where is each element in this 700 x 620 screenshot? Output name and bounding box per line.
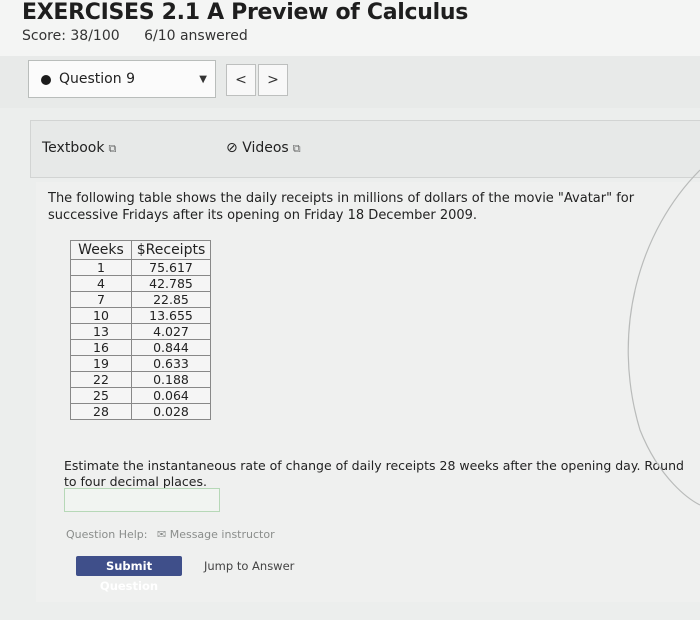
cell-weeks: 7 — [70, 291, 132, 308]
cell-receipts: 42.785 — [131, 275, 211, 292]
table-row: 1 75.617 — [70, 259, 211, 276]
problem-intro: The following table shows the daily rece… — [48, 191, 635, 223]
resources-bar — [30, 120, 700, 178]
external-link-icon: ⧉ — [292, 142, 301, 155]
cell-receipts: 13.655 — [131, 307, 211, 324]
textbook-link[interactable]: Textbook ⧉ — [42, 140, 116, 156]
page-header: EXERCISES 2.1 A Preview of Calculus Scor… — [0, 0, 700, 58]
cell-weeks: 13 — [70, 323, 132, 340]
score-line: Score: 38/100 6/10 answered — [22, 28, 268, 44]
table-row: 13 4.027 — [70, 323, 211, 340]
video-icon: ⊘ — [226, 140, 238, 156]
next-question-button[interactable]: > — [258, 64, 288, 96]
jump-to-answer-link[interactable]: Jump to Answer — [204, 559, 294, 573]
cell-receipts: 0.633 — [131, 355, 211, 372]
submit-question-button[interactable]: Submit Question — [76, 556, 182, 593]
answer-input[interactable] — [64, 488, 220, 512]
cell-weeks: 28 — [70, 403, 132, 420]
external-link-icon: ⧉ — [108, 142, 117, 155]
table-row: 4 42.785 — [70, 275, 211, 292]
chevron-down-icon: ▼ — [199, 74, 207, 85]
question-text: Estimate the instantaneous rate of chang… — [64, 458, 684, 489]
cell-weeks: 16 — [70, 339, 132, 356]
table-row: 16 0.844 — [70, 339, 211, 356]
cell-weeks: 22 — [70, 371, 132, 388]
message-instructor-label: Message instructor — [169, 528, 275, 541]
cell-receipts: 4.027 — [131, 323, 211, 340]
videos-link[interactable]: ⊘ Videos ⧉ — [226, 140, 301, 156]
message-instructor-link[interactable]: ✉ Message instructor — [157, 528, 275, 541]
cell-weeks: 19 — [70, 355, 132, 372]
mail-icon: ✉ — [156, 528, 167, 541]
cell-receipts: 22.85 — [131, 291, 211, 308]
table-row: 25 0.064 — [70, 387, 211, 404]
page-title: EXERCISES 2.1 A Preview of Calculus — [22, 0, 469, 25]
question-help-label: Question Help: — [66, 528, 148, 541]
question-help: Question Help: ✉ Message instructor — [66, 528, 275, 541]
textbook-label: Textbook — [42, 140, 105, 156]
previous-question-button[interactable]: < — [226, 64, 256, 96]
cell-receipts: 0.844 — [131, 339, 211, 356]
cell-weeks: 10 — [70, 307, 132, 324]
table-header-weeks: Weeks — [70, 240, 132, 260]
table-header-receipts: $Receipts — [131, 240, 211, 260]
videos-label: Videos — [242, 140, 289, 156]
question-select-label: Question 9 — [59, 71, 135, 87]
receipts-table: Weeks $Receipts 1 75.617 4 42.785 7 22.85 1… — [70, 240, 211, 420]
cell-receipts: 0.188 — [131, 371, 211, 388]
cell-weeks: 4 — [70, 275, 132, 292]
table-row: 7 22.85 — [70, 291, 211, 308]
cell-receipts: 75.617 — [131, 259, 211, 276]
answered-text: 6/10 answered — [144, 28, 248, 44]
cell-weeks: 25 — [70, 387, 132, 404]
score-text: Score: 38/100 — [22, 28, 120, 44]
table-row: 19 0.633 — [70, 355, 211, 372]
question-select[interactable]: Question 9 ▼ — [28, 60, 216, 98]
table-row: 10 13.655 — [70, 307, 211, 324]
cell-receipts: 0.064 — [131, 387, 211, 404]
status-dot-icon — [41, 75, 51, 85]
cell-receipts: 0.028 — [131, 403, 211, 420]
table-row: 28 0.028 — [70, 403, 211, 420]
cell-weeks: 1 — [70, 259, 132, 276]
table-row: 22 0.188 — [70, 371, 211, 388]
